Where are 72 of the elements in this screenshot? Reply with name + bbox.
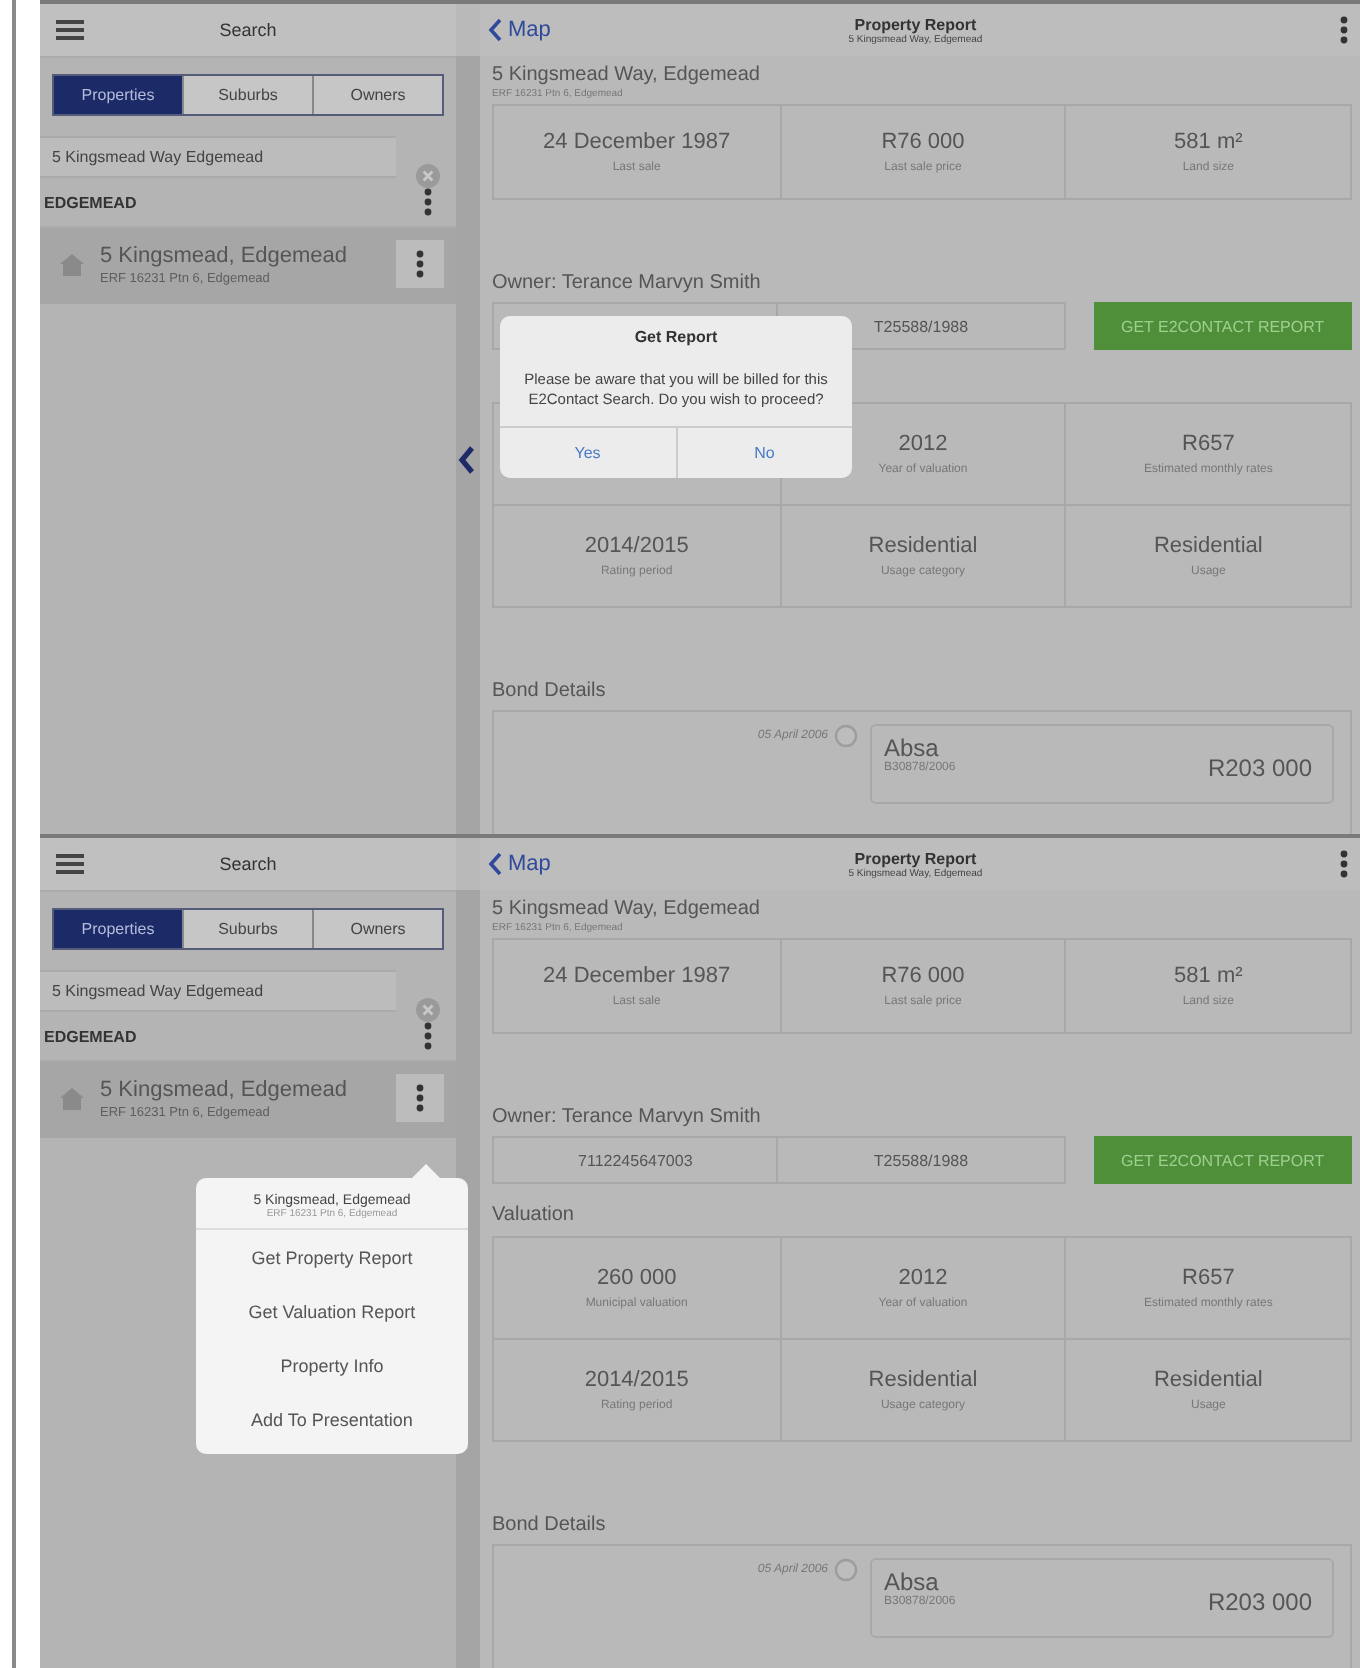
- cell-value: 581 m²: [1174, 130, 1243, 154]
- more-icon[interactable]: [1340, 850, 1348, 878]
- cell-value: 24 December 1987: [543, 130, 731, 154]
- search-field[interactable]: 5 Kingsmead Way Edgemead: [40, 136, 396, 178]
- bond-amount: R203 000: [1207, 754, 1312, 782]
- property-address: 5 Kingsmead Way, Edgemead: [492, 64, 762, 86]
- search-field[interactable]: 5 Kingsmead Way Edgemead: [40, 970, 396, 1012]
- more-icon[interactable]: [424, 1022, 432, 1050]
- owner-name: Owner: Terance Marvyn Smith: [492, 272, 763, 294]
- segment-tab[interactable]: Suburbs: [182, 76, 312, 114]
- cell-value: 24 December 1987: [543, 964, 731, 988]
- id-number-cell: 7112245647003: [492, 1136, 779, 1184]
- back-link[interactable]: Map: [488, 852, 551, 876]
- segment-tab[interactable]: Owners: [312, 76, 442, 114]
- dialog-title: Get Report: [632, 326, 720, 346]
- more-icon: [416, 1084, 424, 1112]
- timeline-dot-icon: [834, 1558, 858, 1582]
- bank-name: Absa: [884, 734, 939, 762]
- cell-value: Residential: [1153, 534, 1263, 558]
- back-chevron-icon: [488, 852, 502, 876]
- more-button[interactable]: [396, 1074, 444, 1122]
- cell-value: 2014/2015: [584, 1368, 689, 1392]
- cell-value: R76 000: [881, 130, 965, 154]
- page-title: Property Report: [854, 849, 977, 867]
- group-title: EDGEMEAD: [44, 193, 137, 211]
- menu-icon[interactable]: [56, 20, 84, 40]
- house-icon: [60, 1087, 84, 1109]
- item-title: 5 Kingsmead, Edgemead: [100, 243, 350, 267]
- back-chevron-icon: [488, 18, 502, 42]
- sidebar-title: Search: [217, 854, 279, 874]
- segment-tab[interactable]: Suburbs: [182, 910, 312, 948]
- more-button[interactable]: [396, 240, 444, 288]
- more-icon: [416, 250, 424, 278]
- cell-value: Residential: [868, 1368, 978, 1392]
- menu-item[interactable]: Get Valuation Report: [196, 1284, 468, 1338]
- bond-amount: R203 000: [1207, 1588, 1312, 1616]
- page-title: Property Report: [854, 15, 977, 33]
- dialog-button[interactable]: No: [675, 426, 852, 479]
- segment-tab[interactable]: Owners: [312, 910, 442, 948]
- section-title: Valuation: [492, 1204, 576, 1230]
- segment-tab[interactable]: Properties: [54, 910, 182, 948]
- timeline-dot-icon: [834, 724, 858, 748]
- dialog-button[interactable]: Yes: [500, 426, 675, 479]
- house-icon: [60, 253, 84, 275]
- property-address: 5 Kingsmead Way, Edgemead: [492, 898, 762, 920]
- item-title: 5 Kingsmead, Edgemead: [100, 1077, 350, 1101]
- back-link[interactable]: Map: [488, 18, 551, 42]
- cell-value: 2014/2015: [584, 534, 689, 558]
- group-title: EDGEMEAD: [44, 1027, 137, 1045]
- bank-name: Absa: [884, 1568, 939, 1596]
- menu-item[interactable]: Get Property Report: [196, 1230, 468, 1284]
- deed-number-cell: T25588/1988: [778, 1136, 1066, 1184]
- menu-item[interactable]: Add To Presentation: [196, 1392, 468, 1446]
- cell-value: Residential: [1153, 1368, 1263, 1392]
- cell-value: 260 000: [596, 1266, 677, 1290]
- sidebar-title: Search: [217, 20, 279, 40]
- cell-value: R76 000: [881, 964, 965, 988]
- cell-value: 2012: [898, 1266, 948, 1290]
- more-icon[interactable]: [1340, 16, 1348, 44]
- cell-value: R657: [1182, 432, 1235, 456]
- cell-value: 581 m²: [1174, 964, 1243, 988]
- collapse-handle-icon[interactable]: [458, 446, 474, 474]
- cell-value: Residential: [868, 534, 978, 558]
- menu-icon[interactable]: [56, 854, 84, 874]
- menu-item[interactable]: Property Info: [196, 1338, 468, 1392]
- cell-value: R657: [1182, 1266, 1235, 1290]
- segment-tab[interactable]: Properties: [54, 76, 182, 114]
- section-title: Bond Details: [492, 680, 608, 702]
- more-icon[interactable]: [424, 188, 432, 216]
- cell-value: 2012: [898, 432, 948, 456]
- section-title: Bond Details: [492, 1514, 608, 1536]
- owner-name: Owner: Terance Marvyn Smith: [492, 1106, 763, 1128]
